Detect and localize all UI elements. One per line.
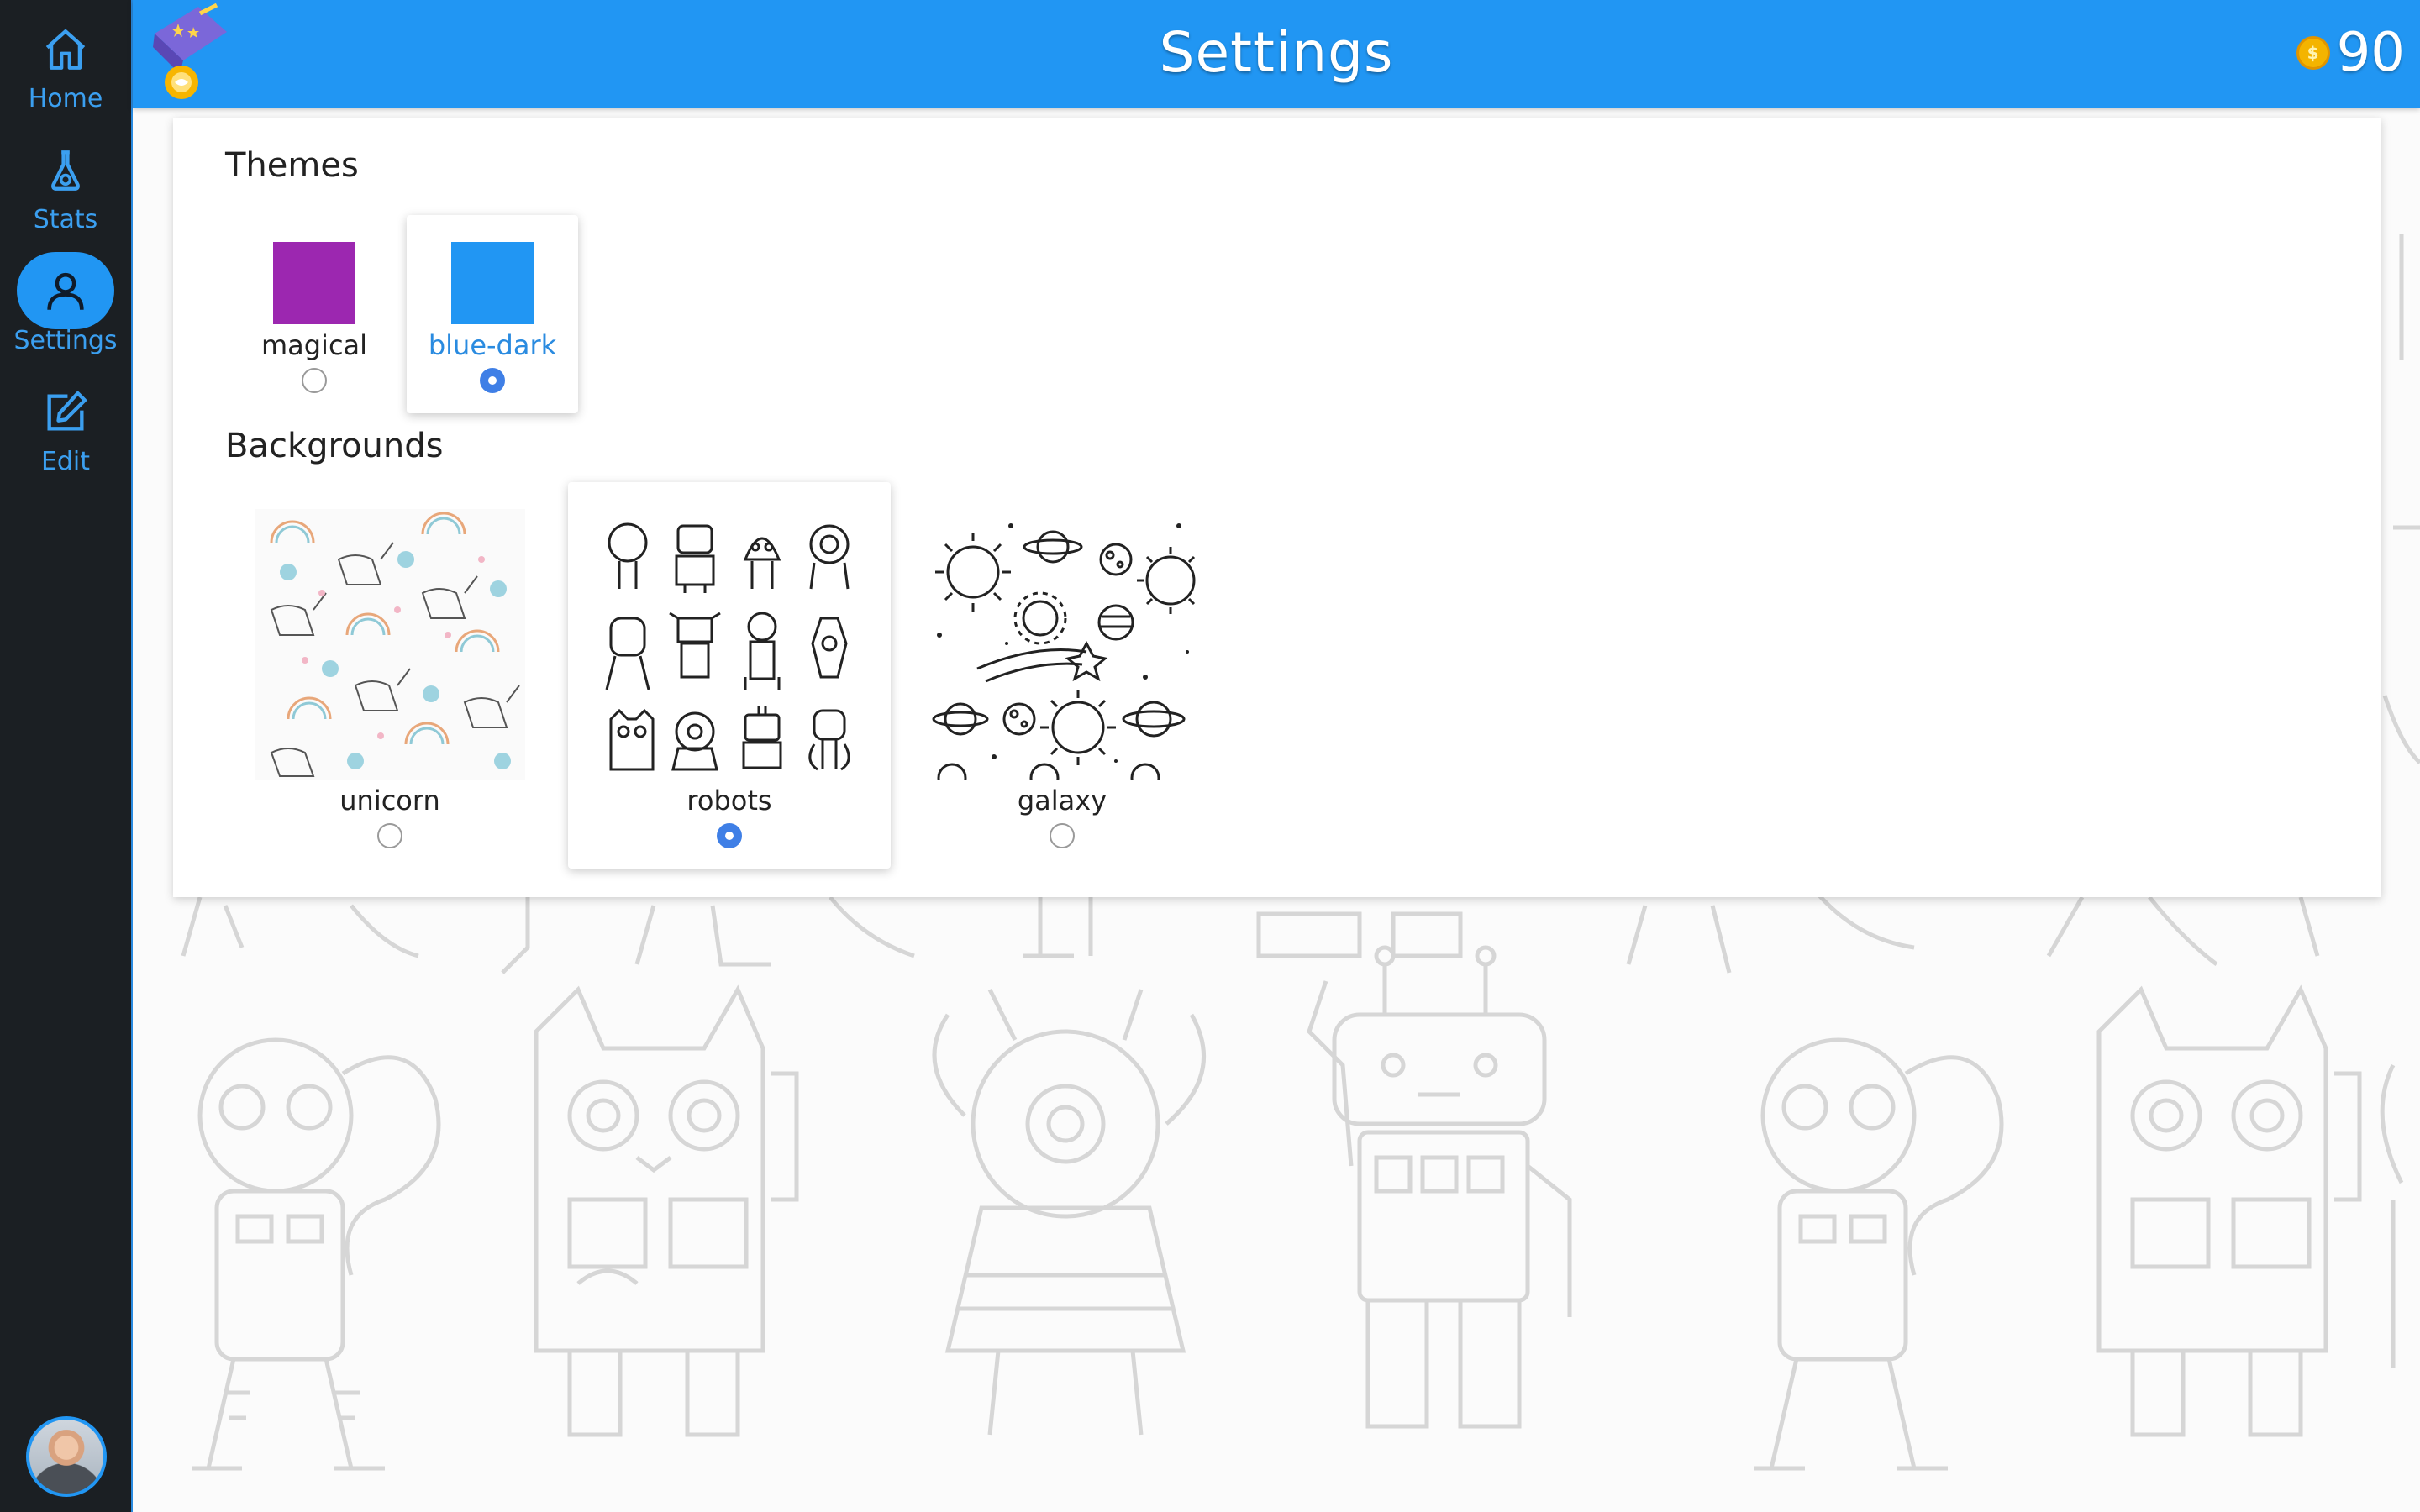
home-icon <box>45 29 86 70</box>
galaxy-pattern-thumbnail <box>927 509 1197 780</box>
unicorn-pattern-thumbnail <box>255 509 525 780</box>
sidebar-item-stats[interactable]: Stats <box>0 121 131 239</box>
robots-pattern-thumbnail <box>594 509 865 780</box>
settings-card: Themes magical blue-dark Backgrounds uni… <box>173 118 2381 897</box>
theme-option-blue-dark[interactable]: blue-dark <box>407 215 578 413</box>
background-option-unicorn[interactable]: unicorn <box>229 482 551 869</box>
sidebar-item-label: Stats <box>33 205 98 234</box>
sidebar-item-edit[interactable]: Edit <box>0 363 131 480</box>
theme-label: blue-dark <box>428 329 557 361</box>
sidebar-item-label: Home <box>28 84 103 113</box>
sidebar-item-label: Edit <box>40 447 91 476</box>
theme-label: magical <box>260 329 368 361</box>
flask-icon <box>51 150 80 191</box>
themes-heading: Themes <box>225 146 359 185</box>
background-radio[interactable] <box>377 823 402 848</box>
background-option-galaxy[interactable]: galaxy <box>901 482 1223 869</box>
background-label: unicorn <box>339 785 440 816</box>
user-icon <box>47 272 84 310</box>
sidebar-item-settings[interactable]: Settings <box>0 242 131 360</box>
theme-radio[interactable] <box>302 368 327 393</box>
page-title: Settings <box>1159 20 1394 85</box>
sidebar-item-label: Settings <box>13 326 118 355</box>
avatar[interactable] <box>26 1416 107 1497</box>
theme-radio[interactable] <box>480 368 505 393</box>
sidebar-item-home[interactable]: Home <box>0 0 131 118</box>
backgrounds-heading: Backgrounds <box>225 427 444 465</box>
background-radio[interactable] <box>1050 823 1075 848</box>
theme-swatch <box>273 242 355 324</box>
background-label: robots <box>687 785 772 816</box>
background-radio[interactable] <box>717 823 742 848</box>
theme-swatch <box>451 242 534 324</box>
sidebar: Home Stats Settings Edit <box>0 0 133 1512</box>
coin-icon: $ <box>2296 36 2330 70</box>
theme-option-magical[interactable]: magical <box>229 217 400 412</box>
edit-icon <box>47 391 87 431</box>
background-label: galaxy <box>1017 785 1107 816</box>
app-header: Settings $ 90 <box>133 0 2420 108</box>
coin-counter: $ 90 <box>2296 22 2405 84</box>
coin-count: 90 <box>2336 22 2405 84</box>
background-option-robots[interactable]: robots <box>568 482 891 869</box>
